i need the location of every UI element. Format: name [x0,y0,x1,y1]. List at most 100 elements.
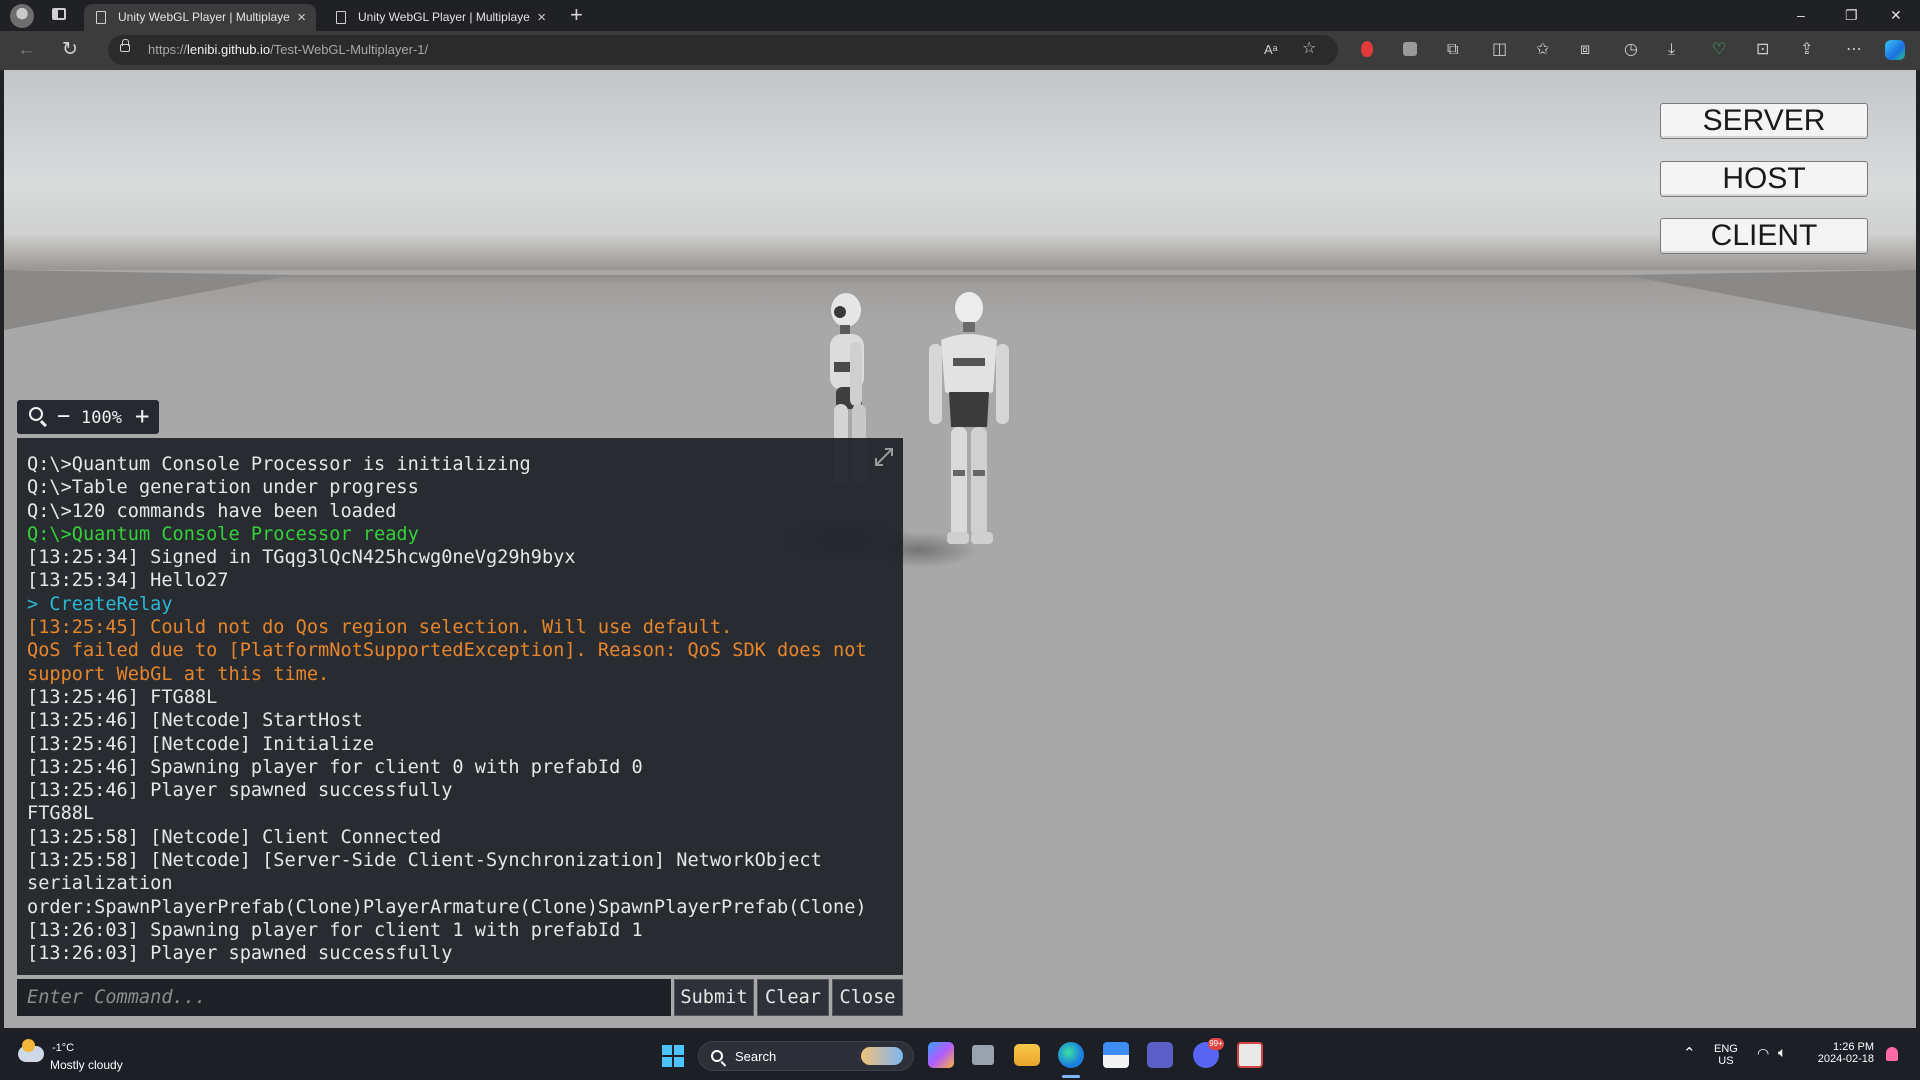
discord-badge: 99+ [1208,1038,1224,1050]
favorites-icon[interactable]: ✩ [1536,39,1549,61]
console-zoom-control: − 100% + [17,400,159,434]
language-indicator[interactable]: ENG US [1714,1043,1738,1067]
clock[interactable]: 1:26 PM 2024-02-18 [1812,1041,1874,1065]
zoom-in-button[interactable]: + [135,402,149,430]
zoom-level: 100% [81,408,122,428]
log-line: Q:\>120 commands have been loaded [27,500,397,522]
browser-toolbar: ← ↻ https://lenibi.github.io/Test-WebGL-… [0,31,1920,70]
log-line: [13:25:46] Player spawned successfully [27,780,453,802]
language-code: ENG [1714,1043,1738,1055]
restore-button[interactable]: ❐ [1845,4,1858,26]
url-scheme: https:// [148,42,188,57]
clock-time: 1:26 PM [1833,1041,1874,1053]
read-aloud-icon[interactable]: Aᵃ [1264,39,1278,61]
wifi-icon[interactable]: ◠ [1757,1045,1769,1062]
weather-description[interactable]: Mostly cloudy [50,1058,123,1072]
server-button[interactable]: SERVER [1660,103,1868,139]
player-robot-2 [929,292,1009,544]
log-line: [13:25:58] [Netcode] [Server-Side Client… [27,850,867,918]
zoom-out-button[interactable]: − [57,403,70,431]
browser-tab-1[interactable]: Unity WebGL Player | Multiplayer × [84,4,316,31]
active-app-indicator [1062,1075,1080,1078]
page-icon [336,11,346,24]
snipping-tool-icon[interactable] [1237,1042,1263,1068]
file-explorer-icon[interactable] [1014,1044,1040,1066]
tab-title: Unity WebGL Player | Multiplayer [358,10,530,24]
taskbar-search[interactable]: Search [698,1041,914,1071]
address-bar[interactable]: https://lenibi.github.io/Test-WebGL-Mult… [108,35,1338,65]
close-tab-icon[interactable]: × [537,4,546,31]
close-console-button[interactable]: Close [832,979,903,1016]
search-icon [711,1050,723,1062]
client-button[interactable]: CLIENT [1660,218,1868,254]
favorite-star-icon[interactable]: ☆ [1302,38,1316,60]
url-path: /Test-WebGL-Multiplayer-1/ [270,42,429,57]
close-window-button[interactable]: ✕ [1890,4,1902,26]
screenshot-icon[interactable]: ⊡ [1756,39,1769,61]
task-view-icon[interactable] [972,1045,994,1065]
back-icon[interactable]: ← [17,38,36,62]
windows-taskbar: -1°C Mostly cloudy Search 99+ ⌃ ENG US ◠… [0,1032,1920,1080]
command-input[interactable] [17,979,671,1016]
page-icon [96,11,106,24]
more-icon[interactable]: ⋯ [1846,39,1862,61]
close-tab-icon[interactable]: × [297,4,306,31]
new-tab-button[interactable]: + [570,1,583,29]
log-line: [13:25:46] [Netcode] Initialize [27,733,375,755]
store-icon[interactable] [1103,1042,1129,1068]
log-line: QoS failed due to [PlatformNotSupportedE… [27,640,878,685]
teams-icon[interactable] [1147,1042,1173,1068]
profile-avatar[interactable] [10,4,34,28]
collections-icon[interactable]: ⧈ [1580,39,1590,61]
log-line: [13:25:46] [Netcode] StartHost [27,710,363,732]
log-line: [13:25:45] Could not do Qos region selec… [27,617,733,639]
search-label: Search [735,1049,777,1064]
extension-red-icon[interactable] [1361,41,1373,57]
copilot-taskbar-icon[interactable] [928,1042,954,1068]
magnifier-icon [29,407,43,421]
log-line: [13:25:46] Spawning player for client 0 … [27,756,643,778]
edge-browser-icon[interactable] [1058,1042,1084,1068]
log-line: Q:\>Quantum Console Processor ready [27,523,419,545]
lock-icon[interactable] [120,39,130,52]
extensions-icon[interactable]: ⧉ [1447,39,1458,61]
browser-tab-strip: Unity WebGL Player | Multiplayer × Unity… [0,0,1920,31]
host-button[interactable]: HOST [1660,161,1868,197]
log-line: [13:25:34] Signed in TGqg3lQcN425hcwg0ne… [27,547,576,569]
console-command-row: Submit Clear Close [17,979,903,1016]
browser-tab-2[interactable]: Unity WebGL Player | Multiplayer × [324,4,556,31]
log-line: [13:25:58] [Netcode] Client Connected [27,826,442,848]
share-icon[interactable]: ⇪ [1800,39,1813,61]
volume-icon[interactable]: 🔈︎ [1778,1044,1786,1061]
clock-date: 2024-02-18 [1817,1053,1874,1065]
log-line: FTG88L [27,803,95,825]
quantum-console[interactable]: Q:\>Quantum Console Processor is initial… [17,438,903,975]
expand-icon[interactable] [873,446,895,468]
weather-temperature[interactable]: -1°C [52,1042,74,1054]
performance-icon[interactable]: ♡ [1712,39,1726,61]
region-code: US [1718,1055,1734,1067]
console-log: Q:\>Quantum Console Processor is initial… [27,453,893,966]
split-screen-icon[interactable]: ◫ [1492,39,1507,61]
start-icon[interactable] [662,1045,684,1067]
search-highlight-icon [861,1047,903,1065]
tab-actions-icon[interactable] [52,8,66,20]
show-hidden-icons-chevron-icon[interactable]: ⌃ [1683,1044,1696,1062]
refresh-icon[interactable]: ↻ [62,38,78,62]
tab-title: Unity WebGL Player | Multiplayer [118,10,290,24]
url-text[interactable]: https://lenibi.github.io/Test-WebGL-Mult… [148,42,428,57]
notification-bell-icon[interactable] [1886,1047,1898,1061]
minimize-button[interactable]: – [1797,4,1805,26]
log-line: [13:26:03] Spawning player for client 1 … [27,919,643,941]
history-icon[interactable]: ◷ [1624,39,1638,61]
submit-button[interactable]: Submit [674,979,754,1016]
log-line: [13:25:46] FTG88L [27,686,218,708]
log-line: Q:\>Quantum Console Processor is initial… [27,454,531,475]
extension-grey-icon[interactable] [1403,42,1417,56]
clear-button[interactable]: Clear [757,979,829,1016]
weather-cloud-icon[interactable] [18,1039,44,1062]
download-icon[interactable]: ⤓ [1668,39,1675,61]
url-host: lenibi.github.io [187,42,271,57]
log-line: Q:\>Table generation under progress [27,477,419,499]
copilot-icon[interactable] [1885,40,1905,60]
